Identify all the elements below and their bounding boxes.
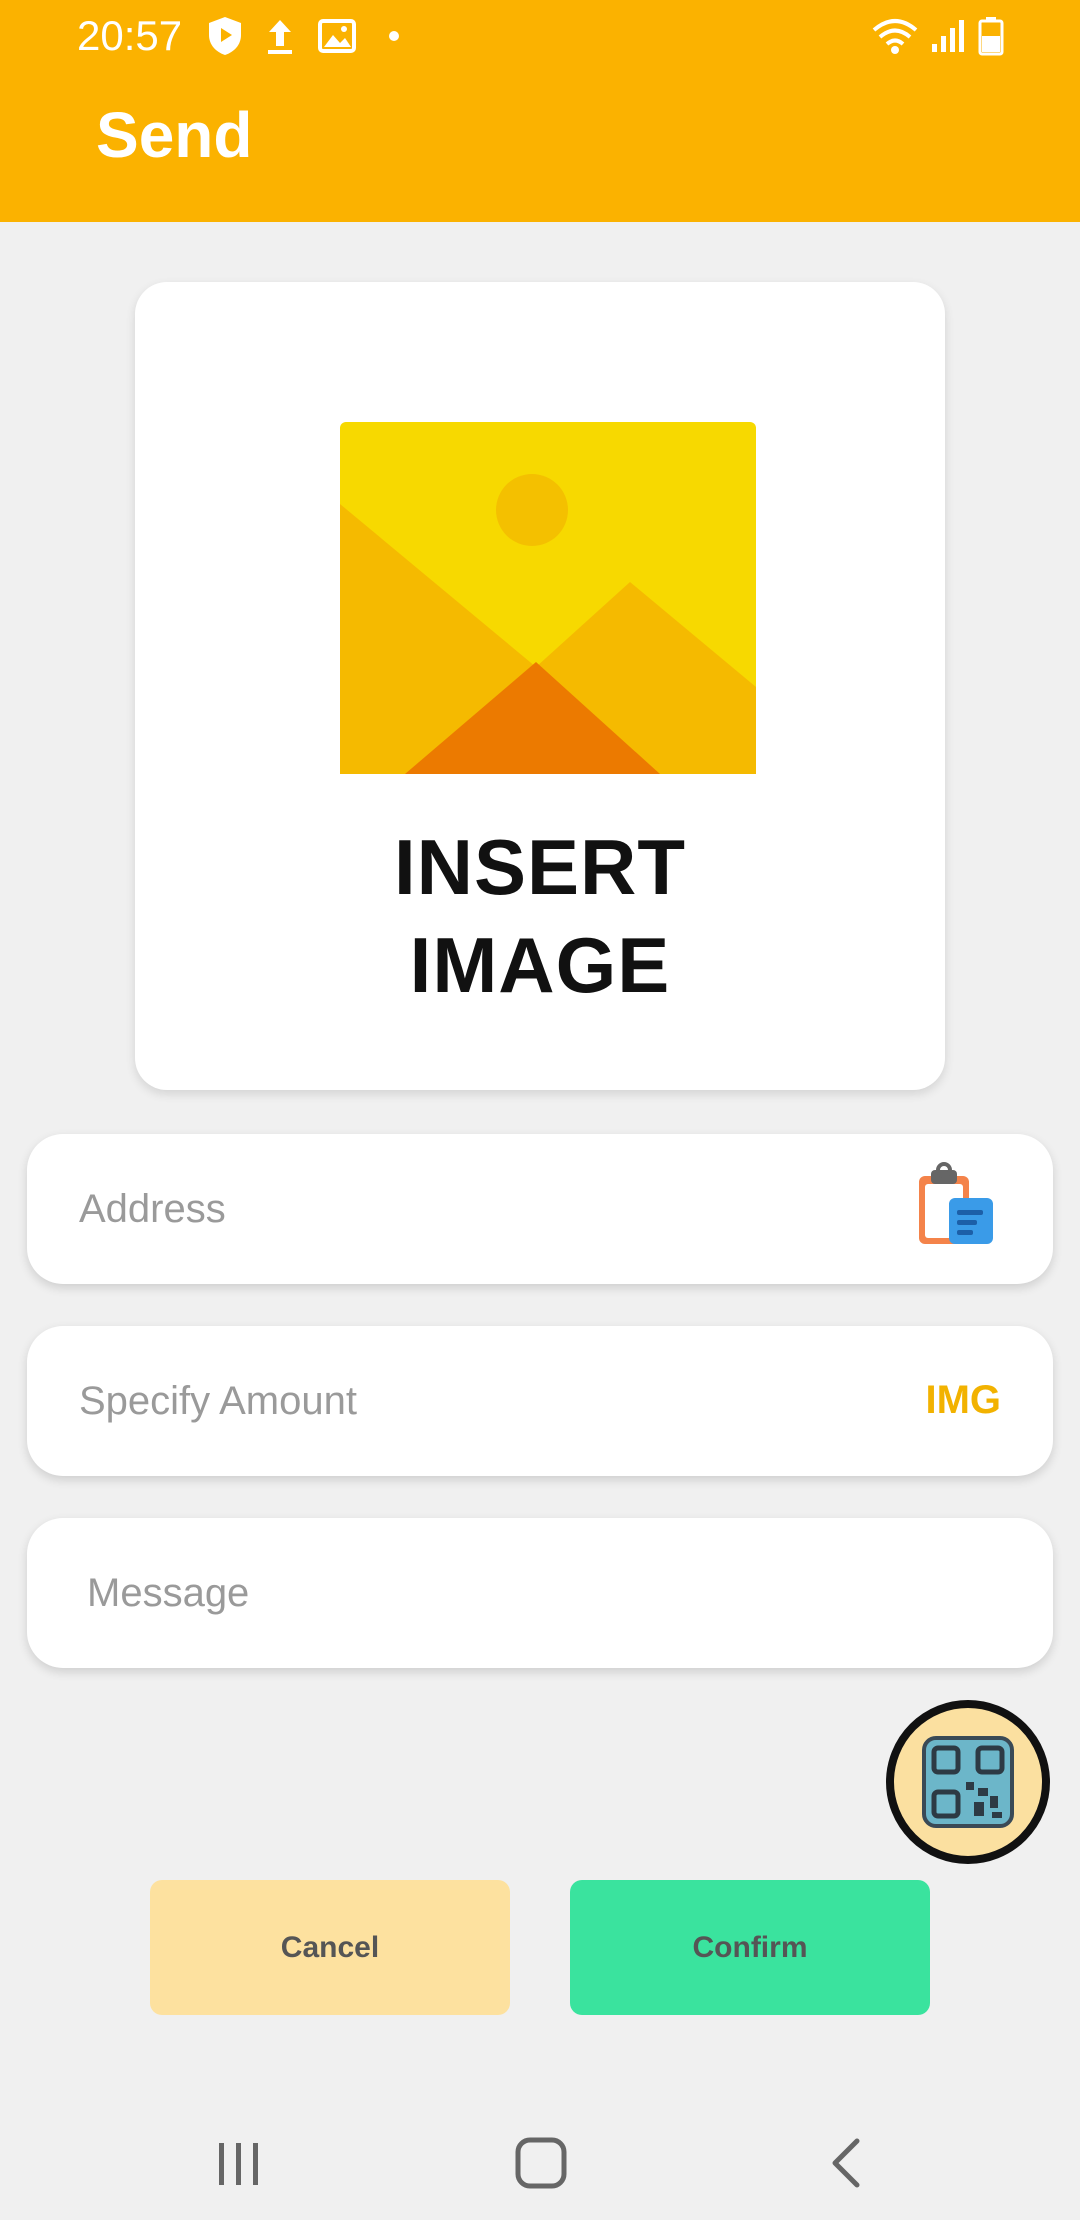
battery-icon (978, 14, 1004, 58)
back-icon[interactable] (800, 2118, 890, 2208)
insert-image-card[interactable]: INSERT IMAGE (135, 282, 945, 1090)
amount-field-container: IMG (27, 1326, 1053, 1476)
image-icon (318, 14, 356, 58)
confirm-button[interactable]: Confirm (570, 1880, 930, 2015)
recent-apps-icon[interactable] (194, 2118, 284, 2208)
message-input[interactable] (87, 1518, 867, 1668)
qr-scan-button[interactable] (886, 1700, 1050, 1864)
image-placeholder-icon (340, 422, 756, 774)
notification-dot-icon (388, 14, 400, 58)
app-header: 20:57 Send (0, 0, 1080, 222)
signal-icon (930, 14, 966, 58)
status-bar: 20:57 (0, 0, 1080, 70)
message-field-container (27, 1518, 1053, 1668)
amount-unit-label: IMG (925, 1378, 1001, 1422)
paste-clipboard-icon[interactable] (899, 1158, 1003, 1262)
status-time: 20:57 (77, 12, 183, 59)
upload-icon (265, 14, 295, 58)
qr-code-icon (922, 1736, 1014, 1828)
wifi-icon (870, 14, 920, 58)
cancel-button[interactable]: Cancel (150, 1880, 510, 2015)
amount-input[interactable] (79, 1326, 859, 1476)
home-icon[interactable] (496, 2118, 586, 2208)
shield-play-icon (207, 14, 243, 58)
insert-image-text-line2: IMAGE (409, 921, 671, 1009)
address-input[interactable] (79, 1134, 859, 1284)
address-field-container (27, 1134, 1053, 1284)
system-nav-bar (0, 2100, 1080, 2220)
page-title: Send (96, 99, 253, 171)
insert-image-text-line1: INSERT (393, 823, 687, 911)
